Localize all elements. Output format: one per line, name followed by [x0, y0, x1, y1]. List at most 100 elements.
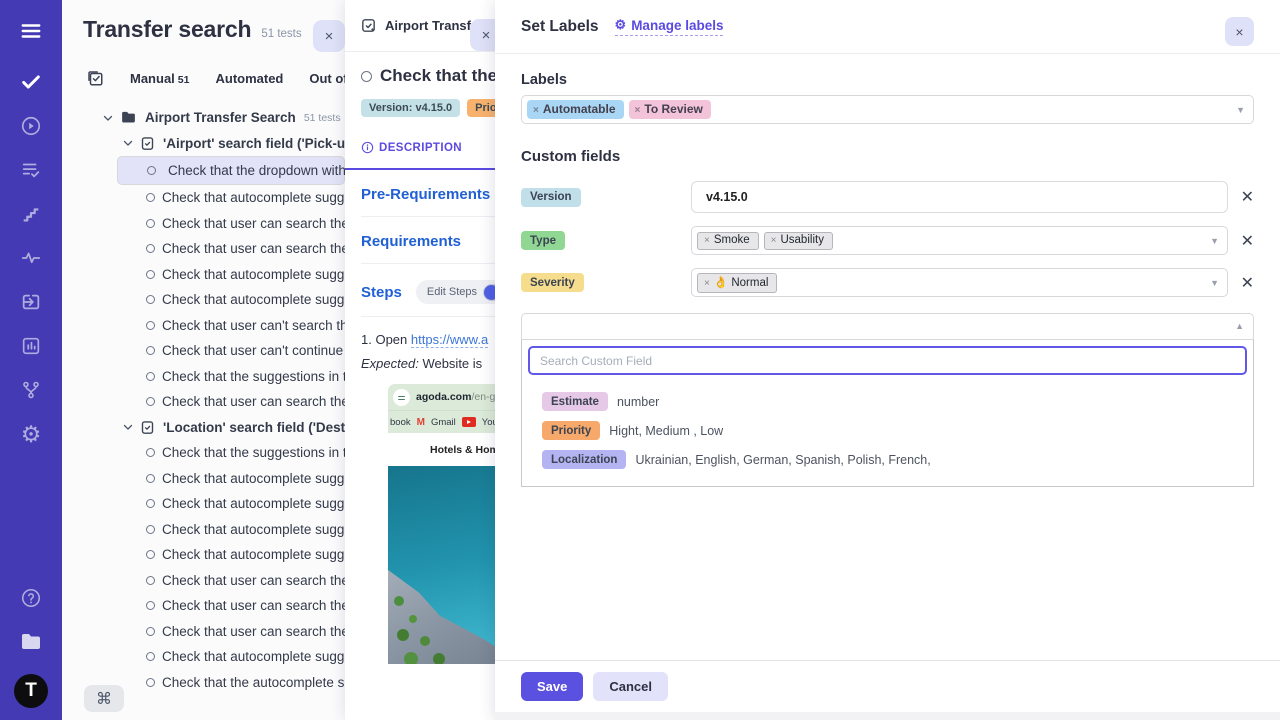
tree-test-item[interactable]: Check that the dropdown with relevant — [117, 156, 345, 185]
import-icon[interactable] — [18, 289, 44, 315]
tree-test-item[interactable]: Check that user can search the airport — [117, 236, 345, 262]
plans-list-icon[interactable] — [18, 157, 44, 183]
tree-test-item[interactable]: Check that the autocomplete suggestions — [117, 670, 345, 696]
labels-field-label: Labels — [521, 72, 1254, 88]
remove-tag-icon[interactable]: × — [704, 235, 710, 246]
test-suite-icon — [140, 136, 155, 151]
tree-test-item[interactable]: Check that user can't continue transfer — [117, 338, 345, 364]
edit-steps-toggle[interactable]: Edit Steps — [416, 280, 495, 304]
tree-test-item[interactable]: Check that user can search the airport — [117, 389, 345, 415]
set-labels-modal: Set Labels ⚙ Manage labels × Labels ×Aut… — [495, 0, 1280, 720]
test-circle-icon — [146, 627, 155, 636]
branch-icon[interactable] — [18, 377, 44, 403]
type-select[interactable]: ×Smoke×Usability▼ — [691, 226, 1228, 255]
chevron-down-icon[interactable] — [102, 112, 114, 124]
test-tree-panel: Transfer search 51 tests × Manual51 Auto… — [62, 0, 345, 720]
remove-field-severity-button[interactable]: ✕ — [1228, 273, 1254, 293]
close-detail-tab-button[interactable]: × — [470, 19, 495, 51]
tree-test-item[interactable]: Check that user can't search the airport — [117, 313, 345, 339]
settings-gear-icon[interactable]: ⚙ — [18, 421, 44, 447]
remove-field-type-button[interactable]: ✕ — [1228, 231, 1254, 251]
tab-out-of-sync[interactable]: Out of sync — [309, 71, 345, 86]
test-circle-icon — [146, 244, 155, 253]
tree-test-item[interactable]: Check that autocomplete suggestions — [117, 262, 345, 288]
tree-folder-item[interactable]: Airport Transfer Search51 tests — [62, 105, 345, 131]
section-heading[interactable]: Pre-Requirements — [361, 186, 490, 203]
command-shortcut-badge[interactable]: ⌘ — [84, 685, 124, 712]
close-modal-button[interactable]: × — [1225, 17, 1254, 46]
tree-test-item[interactable]: Check that user can search the airport — [117, 211, 345, 237]
tree-suite-item[interactable]: 'Airport' search field ('Pick-up Airport… — [62, 131, 345, 157]
step-link[interactable]: https://www.a — [411, 332, 488, 348]
severity-select[interactable]: ×👌 Normal▼ — [691, 268, 1228, 297]
chevron-down-icon[interactable] — [122, 137, 134, 149]
remove-tag-icon[interactable]: × — [635, 105, 641, 116]
cancel-button[interactable]: Cancel — [593, 672, 668, 701]
test-circle-icon — [146, 576, 155, 585]
section-heading[interactable]: Requirements — [361, 233, 461, 250]
tab-automated[interactable]: Automated — [215, 71, 283, 86]
label-chip[interactable]: ×To Review — [629, 100, 711, 120]
tab-description[interactable]: DESCRIPTION — [361, 141, 462, 154]
version-badge: Version: v4.15.0 — [361, 99, 460, 117]
screenshot-address-bar: ⚌ agoda.com/en-gb/? — [388, 384, 495, 410]
custom-field-option[interactable]: Estimatenumber — [542, 387, 1247, 416]
custom-field-option[interactable]: PriorityHight, Medium , Low — [542, 416, 1247, 445]
remove-tag-icon[interactable]: × — [704, 278, 710, 289]
steps-icon[interactable] — [18, 201, 44, 227]
projects-folder-icon[interactable] — [18, 629, 44, 655]
logo-T[interactable]: T — [14, 674, 48, 708]
tree-suite-item[interactable]: 'Location' search field ('Destination') — [62, 415, 345, 441]
test-circle-icon — [146, 397, 155, 406]
pulse-icon[interactable] — [18, 245, 44, 271]
close-tree-tab-button[interactable]: × — [313, 20, 345, 52]
app-sidebar: ⚙ T — [0, 0, 62, 720]
remove-tag-icon[interactable]: × — [771, 235, 777, 246]
test-circle-icon — [146, 474, 155, 483]
manage-labels-link[interactable]: ⚙ Manage labels — [615, 17, 724, 36]
value-chip[interactable]: ×👌 Normal — [697, 273, 777, 293]
tree-test-item[interactable]: Check that autocomplete suggestions — [117, 466, 345, 492]
analytics-icon[interactable] — [18, 333, 44, 359]
tree-panel-header: Transfer search 51 tests — [62, 0, 345, 43]
value-chip[interactable]: ×Smoke — [697, 232, 759, 250]
tab-manual[interactable]: Manual51 — [130, 71, 189, 86]
remove-tag-icon[interactable]: × — [533, 105, 539, 116]
menu-icon[interactable] — [18, 18, 44, 44]
save-button[interactable]: Save — [521, 672, 583, 701]
batch-select-icon[interactable] — [86, 69, 104, 87]
chevron-down-icon[interactable] — [122, 421, 134, 433]
add-field-select[interactable]: ▲ — [521, 313, 1254, 340]
sidebar-bottom: T — [14, 576, 48, 720]
field-tag-version: Version — [521, 188, 581, 207]
tree-test-item[interactable]: Check that the suggestions in the — [117, 364, 345, 390]
folder-icon — [120, 109, 137, 126]
search-custom-field-input[interactable] — [528, 346, 1247, 375]
remove-field-version-button[interactable]: ✕ — [1228, 187, 1254, 207]
screenshot-hero-image — [388, 466, 495, 664]
tree-test-item[interactable]: Check that user can search the 'Location… — [117, 619, 345, 645]
tree-test-item[interactable]: Check that the suggestions in the — [117, 440, 345, 466]
test-detail-panel: Airport Transfer × Check that the Versio… — [345, 0, 495, 720]
tree-test-item[interactable]: Check that autocomplete suggestions — [117, 644, 345, 670]
version-input[interactable] — [691, 181, 1228, 213]
tree-test-item[interactable]: Check that autocomplete suggestions — [117, 287, 345, 313]
tree-test-item[interactable]: Check that user can search the 'Location… — [117, 593, 345, 619]
tree-test-item[interactable]: Check that user can search the 'Location… — [117, 568, 345, 594]
tree-test-item[interactable]: Check that autocomplete suggestions — [117, 517, 345, 543]
toggle-knob — [484, 285, 495, 300]
add-custom-field-combo: ▲ EstimatenumberPriorityHight, Medium , … — [521, 313, 1254, 487]
tree-test-item[interactable]: Check that autocomplete suggestions — [117, 185, 345, 211]
custom-field-option[interactable]: LocalizationUkrainian, English, German, … — [542, 445, 1247, 474]
value-chip[interactable]: ×Usability — [764, 232, 833, 250]
help-icon[interactable] — [18, 585, 44, 611]
tree-test-item[interactable]: Check that autocomplete suggestions — [117, 542, 345, 568]
label-chip[interactable]: ×Automatable — [527, 100, 624, 120]
tests-check-icon[interactable] — [18, 69, 44, 95]
runs-play-icon[interactable] — [18, 113, 44, 139]
section-heading[interactable]: Steps — [361, 284, 402, 301]
labels-select[interactable]: ×Automatable▼×To Review — [521, 95, 1254, 124]
tree-test-item[interactable]: Check that autocomplete suggestions — [117, 491, 345, 517]
test-circle-icon — [146, 550, 155, 559]
detail-tab-label[interactable]: Airport Transfer — [385, 18, 483, 33]
